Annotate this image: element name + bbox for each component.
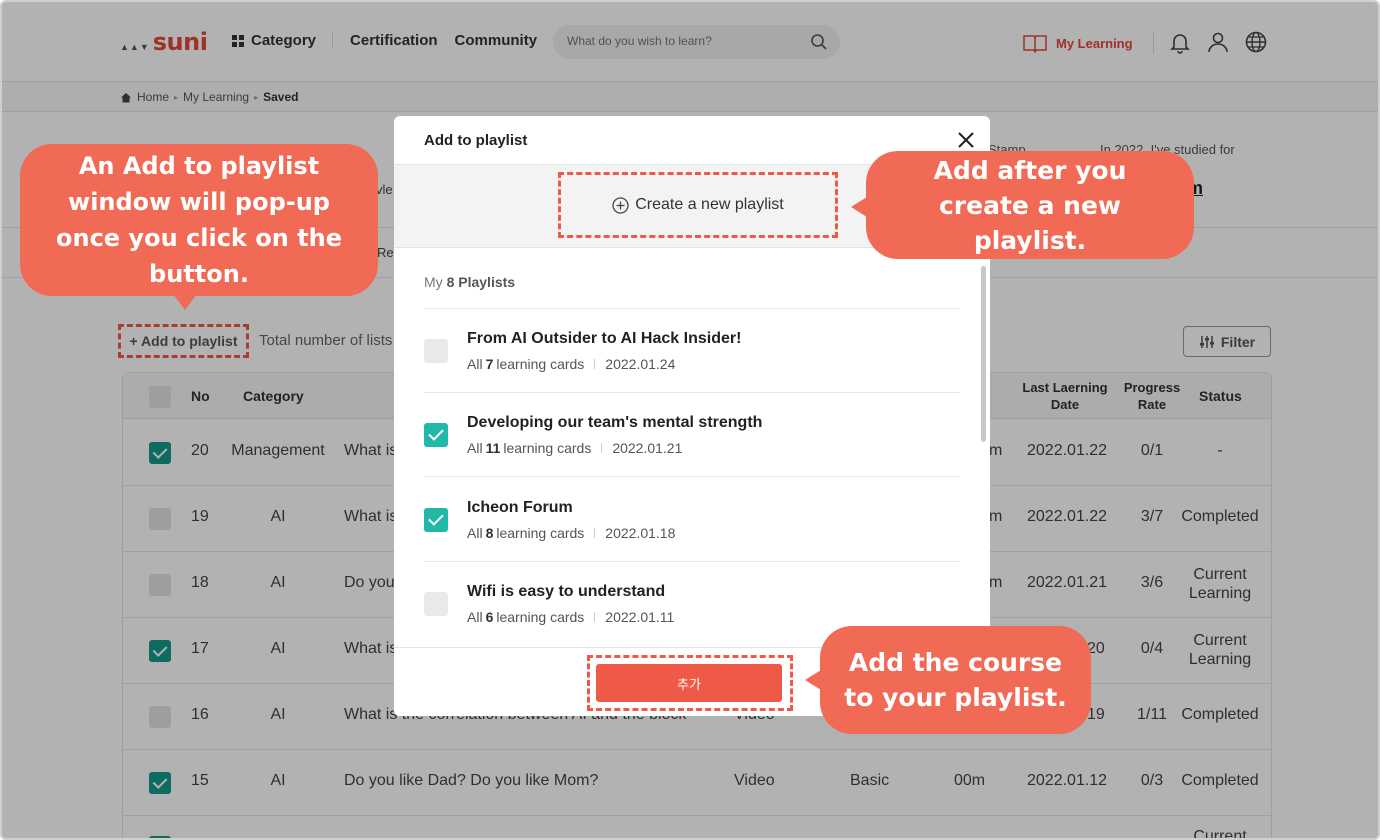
my-playlists-suffix: Playlists [458, 274, 516, 290]
playlist-title: Icheon Forum [467, 499, 573, 516]
playlist-meta: All 6 learning cards 2022.01.11 [467, 609, 674, 625]
playlist-item[interactable]: Icheon Forum All 8 learning cards 2022.0… [424, 478, 960, 562]
modal-title: Add to playlist [424, 132, 528, 149]
playlist-checkbox[interactable] [424, 339, 448, 363]
playlist-date: 2022.01.18 [605, 525, 676, 541]
playlist-unit: learning cards [503, 440, 592, 456]
playlist-all: All [467, 440, 483, 456]
playlist-date: 2022.01.21 [612, 440, 683, 456]
my-playlists-count: 8 [446, 274, 455, 290]
callout-tail [851, 197, 867, 217]
close-icon[interactable] [955, 129, 977, 151]
playlist-meta: All 7 learning cards 2022.01.24 [467, 356, 675, 372]
playlist-item[interactable]: Developing our team's mental strength Al… [424, 393, 960, 477]
confirm-add-button[interactable]: 추가 [596, 664, 782, 702]
playlist-meta: All 11 learning cards 2022.01.21 [467, 440, 682, 456]
callout-tail [173, 294, 197, 310]
meta-divider [601, 443, 603, 453]
meta-divider [594, 528, 596, 538]
playlist-all: All [467, 525, 483, 541]
callout-popup-info: An Add to playlist window will pop-up on… [20, 144, 378, 310]
callout-text: Add the course to your playlist. [844, 648, 1067, 712]
plus-circle-icon [612, 196, 629, 214]
meta-divider [594, 359, 596, 369]
modal-scrollbar[interactable] [981, 266, 986, 442]
playlist-unit: learning cards [496, 609, 585, 625]
playlist-checkbox[interactable] [424, 508, 448, 532]
playlist-title: From AI Outsider to AI Hack Insider! [467, 330, 742, 347]
callout-text: An Add to playlist window will pop-up on… [56, 152, 342, 288]
playlist-date: 2022.01.24 [605, 356, 676, 372]
playlist-count: 7 [485, 356, 494, 372]
playlist-count: 8 [485, 525, 494, 541]
playlist-title: Wifi is easy to understand [467, 583, 666, 600]
playlist-count: 6 [485, 609, 494, 625]
callout-add-info: Add the course to your playlist. [805, 626, 1091, 734]
my-playlists-heading: My 8 Playlists [424, 274, 515, 290]
playlist-item[interactable]: From AI Outsider to AI Hack Insider! All… [424, 309, 960, 393]
playlist-unit: learning cards [496, 525, 585, 541]
playlist-checkbox[interactable] [424, 592, 448, 616]
playlist-title: Developing our team's mental strength [467, 414, 763, 431]
playlist-all: All [467, 356, 483, 372]
playlist-count: 11 [485, 440, 501, 456]
playlist-unit: learning cards [496, 356, 585, 372]
meta-divider [594, 612, 596, 622]
callout-text: Add after you create a new playlist. [933, 155, 1127, 255]
create-playlist-button[interactable]: Create a new playlist [558, 172, 838, 238]
confirm-highlight: 추가 [587, 655, 793, 711]
playlist-all: All [467, 609, 483, 625]
my-playlists-prefix: My [424, 274, 443, 290]
playlist-checkbox[interactable] [424, 423, 448, 447]
callout-tail [805, 670, 821, 690]
app-frame: ▲▲▼ suni Category Certification Communit… [0, 0, 1380, 840]
callout-create-info: Add after you create a new playlist. [851, 151, 1194, 259]
create-playlist-label: Create a new playlist [635, 196, 784, 213]
playlist-meta: All 8 learning cards 2022.01.18 [467, 525, 675, 541]
playlist-date: 2022.01.11 [605, 609, 675, 625]
